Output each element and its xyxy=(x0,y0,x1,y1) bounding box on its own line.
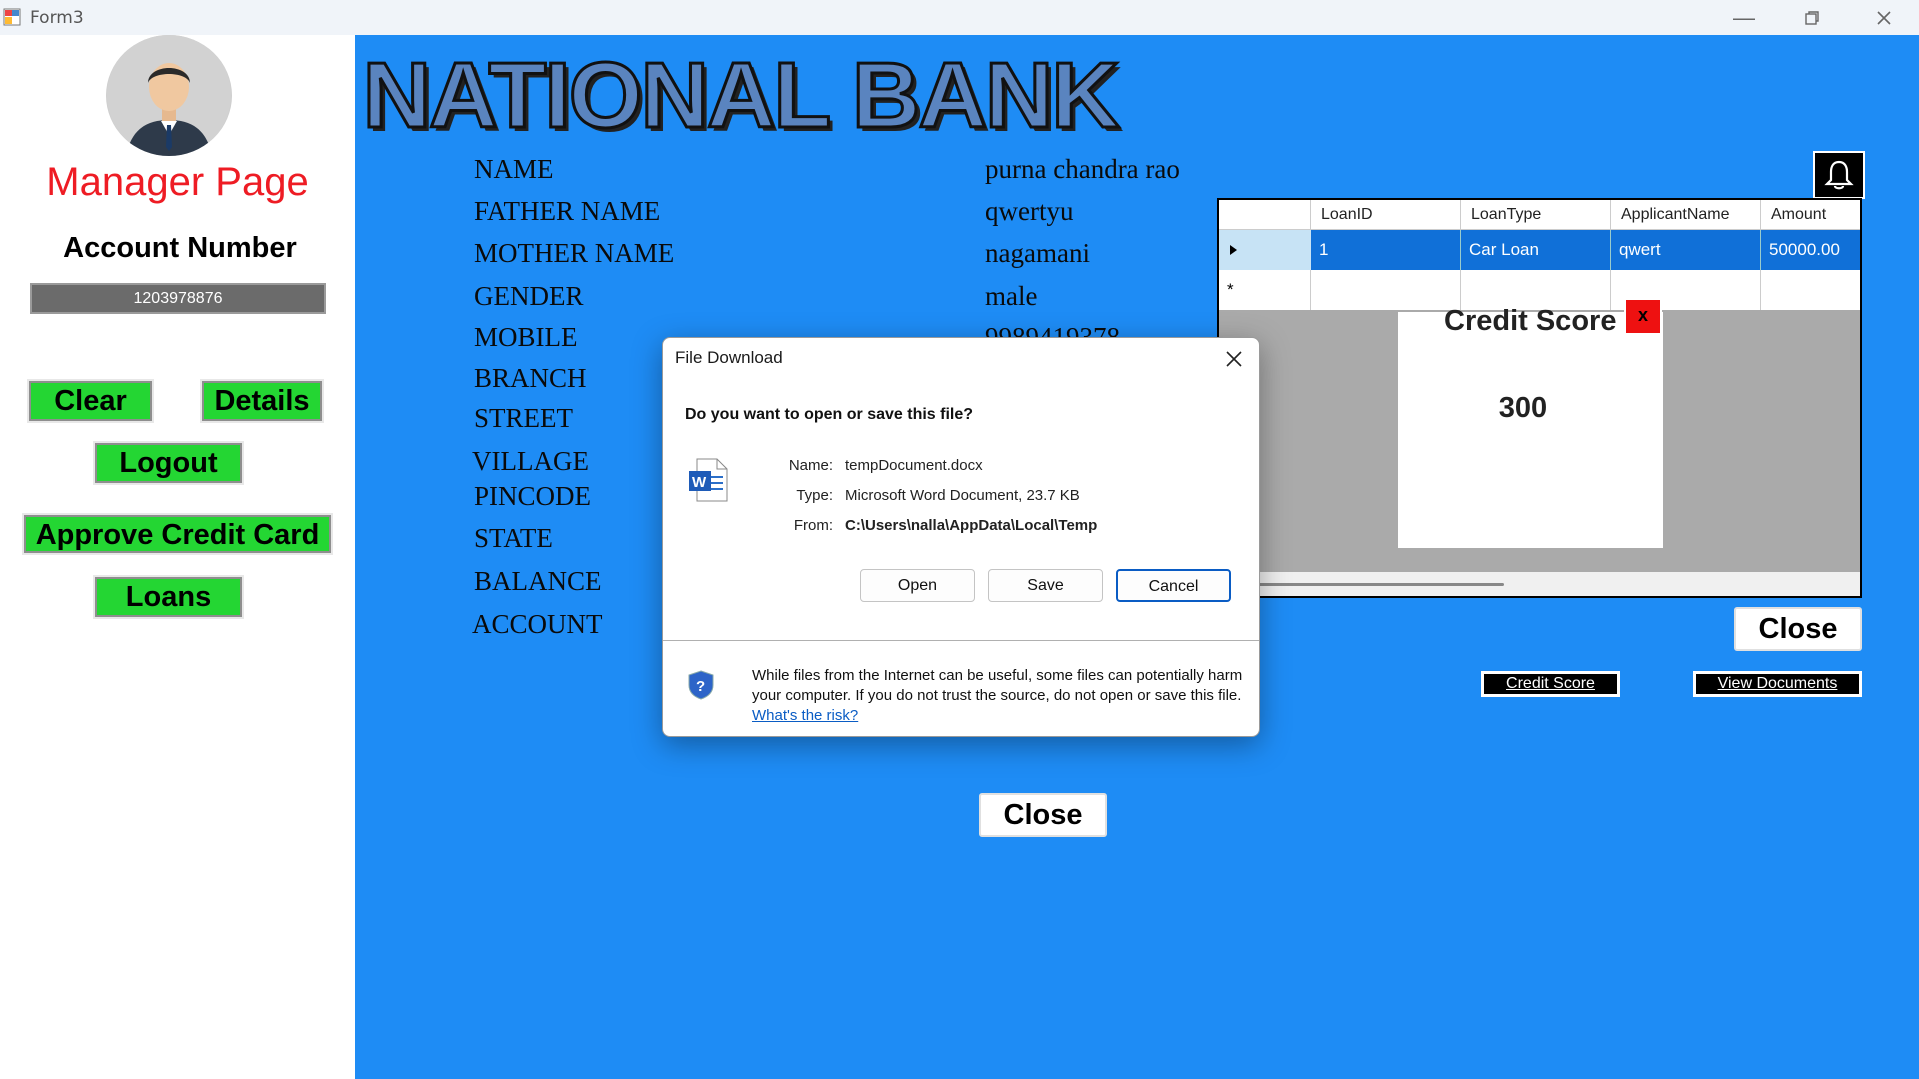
column-header-loanid[interactable]: LoanID xyxy=(1311,200,1461,230)
main-close-button[interactable]: Close xyxy=(979,793,1107,837)
new-cell-loanid[interactable] xyxy=(1311,270,1461,310)
whats-the-risk-link[interactable]: What's the risk? xyxy=(752,707,858,724)
save-button[interactable]: Save xyxy=(988,569,1103,602)
dialog-from-label: From: xyxy=(793,517,833,534)
credit-score-value: 300 xyxy=(1498,392,1548,424)
value-mother-name: nagamani xyxy=(985,238,1090,268)
credit-score-close-button[interactable]: x xyxy=(1624,298,1662,335)
sidebar: Manager Page Account Number 1203978876 C… xyxy=(0,35,355,1079)
label-mobile: MOBILE xyxy=(474,322,578,352)
manager-avatar-icon xyxy=(107,35,231,156)
notification-button[interactable] xyxy=(1813,151,1865,199)
view-documents-button[interactable]: View Documents xyxy=(1693,671,1862,697)
column-header-amount[interactable]: Amount xyxy=(1761,200,1860,230)
dialog-type-label: Type: xyxy=(796,487,833,504)
dialog-name-label: Name: xyxy=(788,457,833,474)
dialog-name-value: tempDocument.docx xyxy=(845,457,983,474)
loans-button[interactable]: Loans xyxy=(93,575,244,619)
label-balance: BALANCE xyxy=(474,566,602,596)
details-button[interactable]: Details xyxy=(200,379,324,423)
logout-button[interactable]: Logout xyxy=(93,441,244,485)
dialog-close-button[interactable] xyxy=(1219,344,1249,374)
security-shield-icon: ? xyxy=(688,670,714,700)
dialog-from-value: C:\Users\nalla\AppData\Local\Temp xyxy=(845,517,1098,534)
minimize-button[interactable]: — xyxy=(1710,0,1778,35)
label-name: NAME xyxy=(474,154,554,184)
credit-score-title: Credit Score xyxy=(1444,305,1617,337)
column-header-applicantname[interactable]: ApplicantName xyxy=(1611,200,1761,230)
cell-loanid[interactable]: 1 xyxy=(1311,230,1461,270)
column-header-loantype[interactable]: LoanType xyxy=(1461,200,1611,230)
loans-close-button[interactable]: Close xyxy=(1734,607,1862,651)
account-number-field[interactable]: 1203978876 xyxy=(30,283,326,314)
label-branch: BRANCH xyxy=(474,363,587,393)
bell-icon xyxy=(1824,160,1854,190)
label-account: ACCOUNT xyxy=(472,609,603,639)
warning-message: While files from the Internet can be use… xyxy=(752,667,1243,704)
clear-button[interactable]: Clear xyxy=(27,379,154,423)
label-father-name: FATHER NAME xyxy=(474,196,661,226)
new-cell-amount[interactable] xyxy=(1761,270,1860,310)
value-gender: male xyxy=(985,281,1038,311)
label-mother-name: MOTHER NAME xyxy=(474,238,675,268)
word-document-icon: W xyxy=(689,458,728,502)
label-gender: GENDER xyxy=(474,281,584,311)
new-row-marker: * xyxy=(1219,270,1311,310)
cell-loantype[interactable]: Car Loan xyxy=(1461,230,1611,270)
scrollbar-thumb[interactable] xyxy=(1239,583,1504,586)
row-selector[interactable] xyxy=(1219,230,1311,270)
credit-score-button[interactable]: Credit Score xyxy=(1481,671,1620,697)
minimize-icon: — xyxy=(1733,4,1755,30)
dialog-type-value: Microsoft Word Document, 23.7 KB xyxy=(845,487,1080,504)
new-cell-loantype[interactable] xyxy=(1461,270,1611,310)
row-pointer-icon xyxy=(1230,245,1237,255)
window-title-bar: Form3 — xyxy=(0,0,1919,35)
page-heading: Manager Page xyxy=(46,160,309,204)
close-icon xyxy=(1877,10,1891,25)
app-icon xyxy=(3,8,21,26)
cancel-button[interactable]: Cancel xyxy=(1116,569,1231,602)
label-state: STATE xyxy=(474,523,553,553)
account-number-label: Account Number xyxy=(63,232,297,264)
dialog-title: File Download xyxy=(675,348,783,367)
cell-applicant[interactable]: qwert xyxy=(1611,230,1761,270)
label-village: VILLAGE xyxy=(472,446,589,476)
restore-icon xyxy=(1805,10,1819,25)
close-window-button[interactable] xyxy=(1850,0,1918,35)
cell-amount[interactable]: 50000.00 xyxy=(1761,230,1860,270)
dialog-question: Do you want to open or save this file? xyxy=(685,406,974,423)
grid-corner-header xyxy=(1219,200,1311,230)
window-title: Form3 xyxy=(30,8,84,28)
label-street: STREET xyxy=(474,403,573,433)
svg-text:W: W xyxy=(692,474,707,491)
value-name: purna chandra rao xyxy=(985,154,1180,184)
value-father-name: qwertyu xyxy=(985,196,1074,226)
dialog-divider xyxy=(663,640,1259,641)
bank-title: NATIONAL BANK xyxy=(361,42,1121,149)
restore-button[interactable] xyxy=(1778,0,1846,35)
label-pincode: PINCODE xyxy=(474,481,592,511)
dialog-warning-text: While files from the Internet can be use… xyxy=(752,666,1247,726)
close-icon xyxy=(1226,351,1242,367)
file-download-dialog: File Download Do you want to open or sav… xyxy=(662,337,1260,737)
svg-text:?: ? xyxy=(696,678,705,695)
avatar xyxy=(106,35,232,156)
open-button[interactable]: Open xyxy=(860,569,975,602)
approve-credit-card-button[interactable]: Approve Credit Card xyxy=(22,513,333,555)
grid-horizontal-scrollbar[interactable] xyxy=(1219,572,1860,596)
credit-score-panel xyxy=(1398,312,1663,548)
